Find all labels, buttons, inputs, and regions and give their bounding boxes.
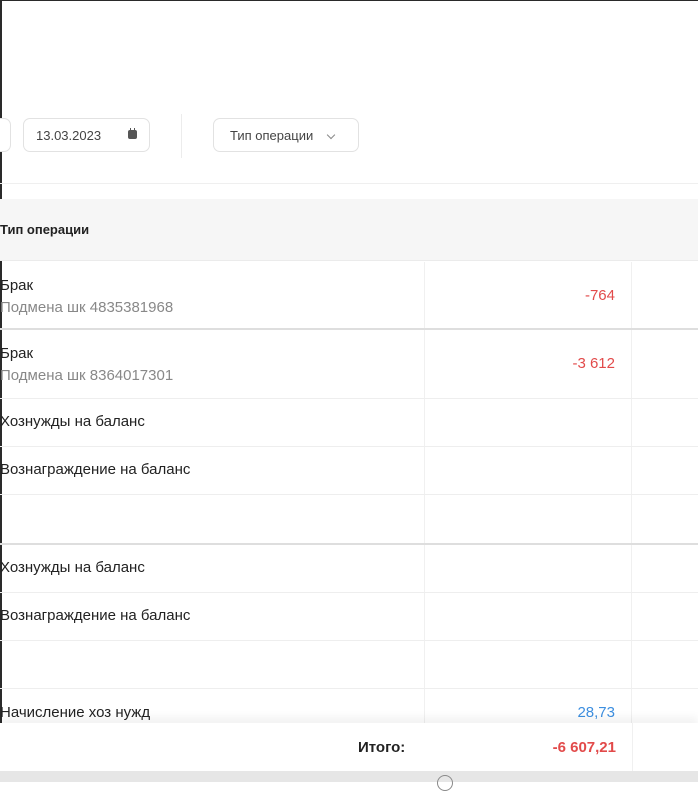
amount-cell	[424, 545, 632, 592]
total-value: -6 607,21	[552, 739, 616, 756]
operation-cell: Хознужды на баланс	[0, 399, 424, 446]
amount-cell	[424, 447, 632, 494]
total-separator	[632, 723, 633, 771]
column-header-operation-type[interactable]: Тип операции	[0, 222, 89, 237]
operation-name: Начисление хоз нужд	[0, 704, 151, 721]
amount-value: -3 612	[572, 355, 615, 372]
operation-name: Хознужды на баланс	[0, 559, 145, 576]
amount-cell	[424, 495, 632, 543]
operation-cell	[0, 641, 424, 688]
start-date-field[interactable]	[0, 118, 11, 152]
table-row[interactable]: Вознаграждение на баланс	[0, 447, 698, 495]
operation-type-label: Тип операции	[230, 127, 314, 143]
filter-divider	[0, 183, 698, 184]
filter-separator	[181, 114, 182, 158]
operation-cell: Вознаграждение на баланс	[0, 447, 424, 494]
table-row[interactable]: Брак Подмена шк 4835381968 -764	[0, 262, 698, 330]
operation-cell: Брак Подмена шк 8364017301	[0, 330, 424, 398]
amount-value: -764	[584, 287, 615, 304]
operation-cell	[0, 495, 424, 543]
operation-name: Брак	[0, 277, 34, 294]
calendar-icon[interactable]	[128, 128, 137, 139]
table-row[interactable]: Брак Подмена шк 8364017301 -3 612	[0, 330, 698, 399]
end-date-field[interactable]: 13.03.2023	[23, 118, 150, 152]
table-row[interactable]	[0, 495, 698, 545]
table-row[interactable]: Хознужды на баланс	[0, 399, 698, 447]
operation-description: Подмена шк 8364017301	[0, 367, 174, 384]
table-row[interactable]: Вознаграждение на баланс	[0, 593, 698, 641]
operation-cell: Хознужды на баланс	[0, 545, 424, 592]
chevron-down-icon	[326, 130, 336, 140]
frame-top-border	[0, 0, 698, 1]
amount-cell	[424, 641, 632, 688]
operation-cell: Брак Подмена шк 4835381968	[0, 262, 424, 328]
total-bar: Итого: -6 607,21	[0, 723, 698, 771]
operation-name: Брак	[0, 345, 34, 362]
amount-cell: -3 612	[424, 330, 632, 398]
operation-cell: Вознаграждение на баланс	[0, 593, 424, 640]
filter-bar: 13.03.2023 Тип операции	[0, 114, 698, 158]
bottom-scroll-strip[interactable]	[0, 771, 698, 791]
operation-description: Подмена шк 4835381968	[0, 299, 174, 316]
operation-name: Хознужды на баланс	[0, 413, 145, 430]
table-row[interactable]: Хознужды на баланс	[0, 545, 698, 593]
scroll-handle[interactable]	[437, 775, 453, 791]
amount-value: 28,73	[577, 704, 615, 721]
operation-name: Вознаграждение на баланс	[0, 461, 191, 478]
amount-cell: -764	[424, 262, 632, 328]
table-header: Тип операции	[0, 199, 698, 261]
amount-cell	[424, 399, 632, 446]
operation-type-dropdown[interactable]: Тип операции	[213, 118, 359, 152]
amount-cell	[424, 593, 632, 640]
operation-name: Вознаграждение на баланс	[0, 607, 191, 624]
table-row[interactable]	[0, 641, 698, 689]
total-label: Итого:	[358, 739, 406, 756]
end-date-value: 13.03.2023	[36, 127, 102, 143]
